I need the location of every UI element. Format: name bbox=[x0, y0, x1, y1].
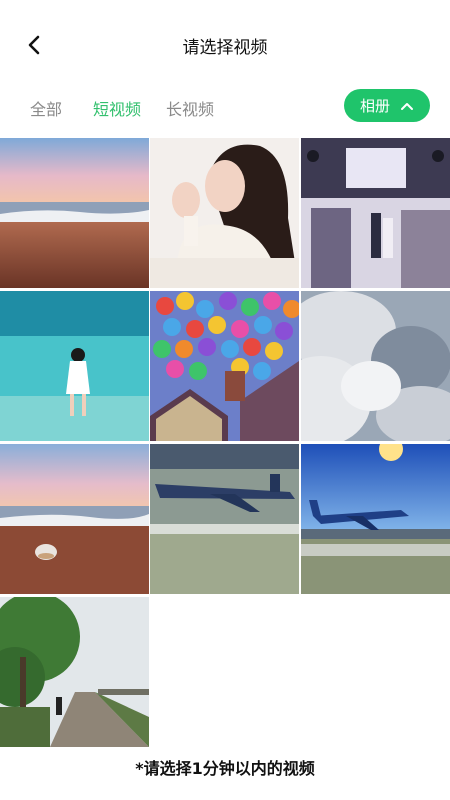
video-thumb-beach-shell[interactable] bbox=[0, 444, 149, 594]
header-bar: 请选择视频 bbox=[0, 0, 450, 88]
video-thumb-woman[interactable] bbox=[150, 138, 299, 288]
tab-all[interactable]: 全部 bbox=[30, 96, 62, 120]
video-thumb-wedding[interactable] bbox=[301, 138, 450, 288]
album-button[interactable]: 相册 bbox=[344, 89, 430, 122]
tab-short-video[interactable]: 短视频 bbox=[93, 96, 141, 120]
video-thumb-clouds[interactable] bbox=[301, 291, 450, 441]
page-title: 请选择视频 bbox=[182, 38, 268, 58]
duration-limit-note: *请选择1分钟以内的视频 bbox=[135, 759, 315, 778]
video-thumb-girl-sea[interactable] bbox=[0, 291, 149, 441]
chevron-up-icon bbox=[401, 102, 413, 110]
video-thumb-tree-path[interactable] bbox=[0, 597, 149, 747]
tab-long-video[interactable]: 长视频 bbox=[166, 96, 214, 120]
album-button-label: 相册 bbox=[359, 97, 390, 115]
video-thumb-airplane-taxi[interactable] bbox=[150, 444, 299, 594]
video-thumb-balloons[interactable] bbox=[150, 291, 299, 441]
video-thumb-airplane-runway[interactable] bbox=[301, 444, 450, 594]
video-thumb-sunset-beach[interactable] bbox=[0, 138, 149, 288]
